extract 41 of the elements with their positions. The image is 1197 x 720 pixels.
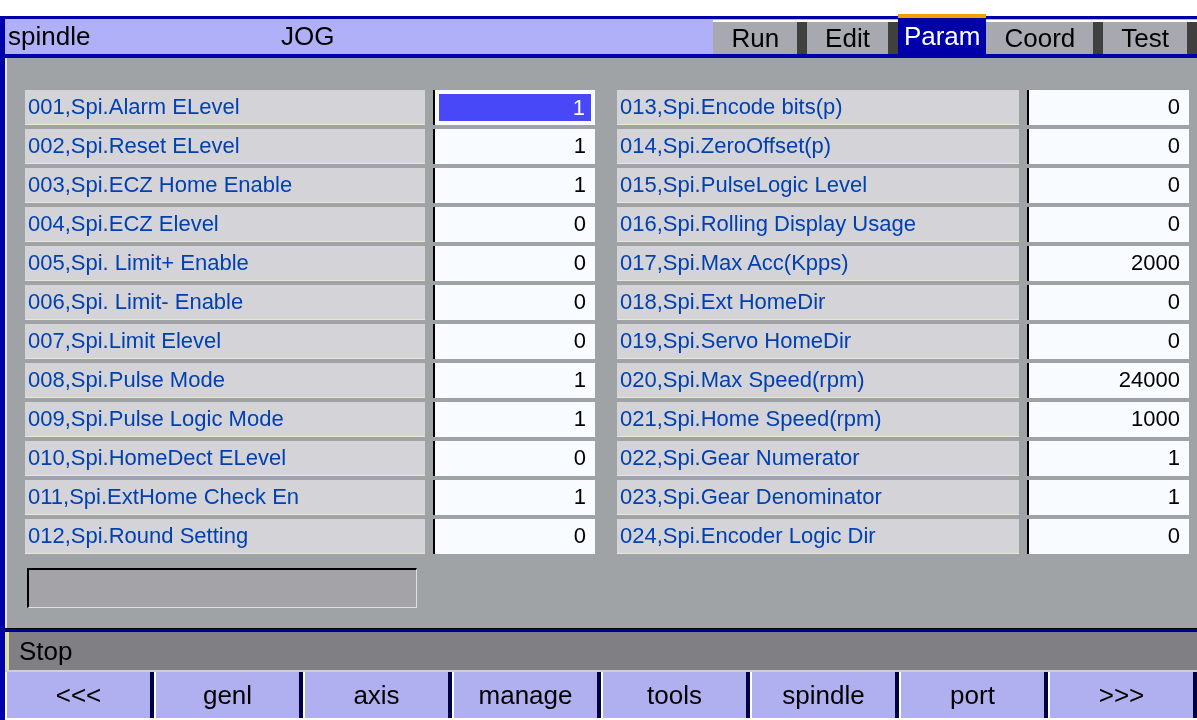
param-label: 017,Spi.Max Acc(Kpps) <box>617 246 1019 281</box>
param-label: 006,Spi. Limit- Enable <box>25 285 425 320</box>
mode-label: JOG <box>281 20 335 53</box>
param-label: 021,Spi.Home Speed(rpm) <box>617 402 1019 437</box>
param-value[interactable]: 1 <box>438 93 592 122</box>
softkey-button[interactable]: manage <box>452 672 601 718</box>
param-label: 004,Spi.ECZ Elevel <box>25 207 425 242</box>
param-label: 010,Spi.HomeDect ELevel <box>25 441 425 476</box>
softkey-button[interactable]: genl <box>154 672 303 718</box>
tab[interactable]: Param <box>897 14 987 54</box>
softkey-button[interactable]: port <box>899 672 1048 718</box>
param-label: 022,Spi.Gear Numerator <box>617 441 1019 476</box>
param-label: 016,Spi.Rolling Display Usage <box>617 207 1019 242</box>
param-label: 008,Spi.Pulse Mode <box>25 363 425 398</box>
param-label: 007,Spi.Limit Elevel <box>25 324 425 359</box>
softkey-button[interactable]: <<< <box>5 672 154 718</box>
param-label: 009,Spi.Pulse Logic Mode <box>25 402 425 437</box>
softkey-button[interactable]: tools <box>601 672 750 718</box>
status-bar: Stop <box>5 632 1197 670</box>
tab[interactable]: Run <box>713 20 808 54</box>
tab[interactable]: Coord <box>986 20 1104 54</box>
tab[interactable]: Edit <box>807 20 898 54</box>
param-label: 023,Spi.Gear Denominator <box>617 480 1019 515</box>
param-label: 003,Spi.ECZ Home Enable <box>25 168 425 203</box>
param-label: 011,Spi.ExtHome Check En <box>25 480 425 515</box>
param-label: 014,Spi.ZeroOffset(p) <box>617 129 1019 164</box>
param-label: 019,Spi.Servo HomeDir <box>617 324 1019 359</box>
softkey-button[interactable]: >>> <box>1048 672 1197 718</box>
softkey-button[interactable]: spindle <box>750 672 899 718</box>
param-label: 005,Spi. Limit+ Enable <box>25 246 425 281</box>
softkey-button[interactable]: axis <box>303 672 452 718</box>
module-name: spindle <box>8 20 92 53</box>
param-label: 012,Spi.Round Setting <box>25 519 425 554</box>
param-label: 015,Spi.PulseLogic Level <box>617 168 1019 203</box>
param-label: 024,Spi.Encoder Logic Dir <box>617 519 1019 554</box>
param-label: 018,Spi.Ext HomeDir <box>617 285 1019 320</box>
tab[interactable]: Test <box>1103 20 1197 54</box>
param-label: 002,Spi.Reset ELevel <box>25 129 425 164</box>
param-label: 020,Spi.Max Speed(rpm) <box>617 363 1019 398</box>
param-label: 001,Spi.Alarm ELevel <box>25 90 425 125</box>
param-label: 013,Spi.Encode bits(p) <box>617 90 1019 125</box>
